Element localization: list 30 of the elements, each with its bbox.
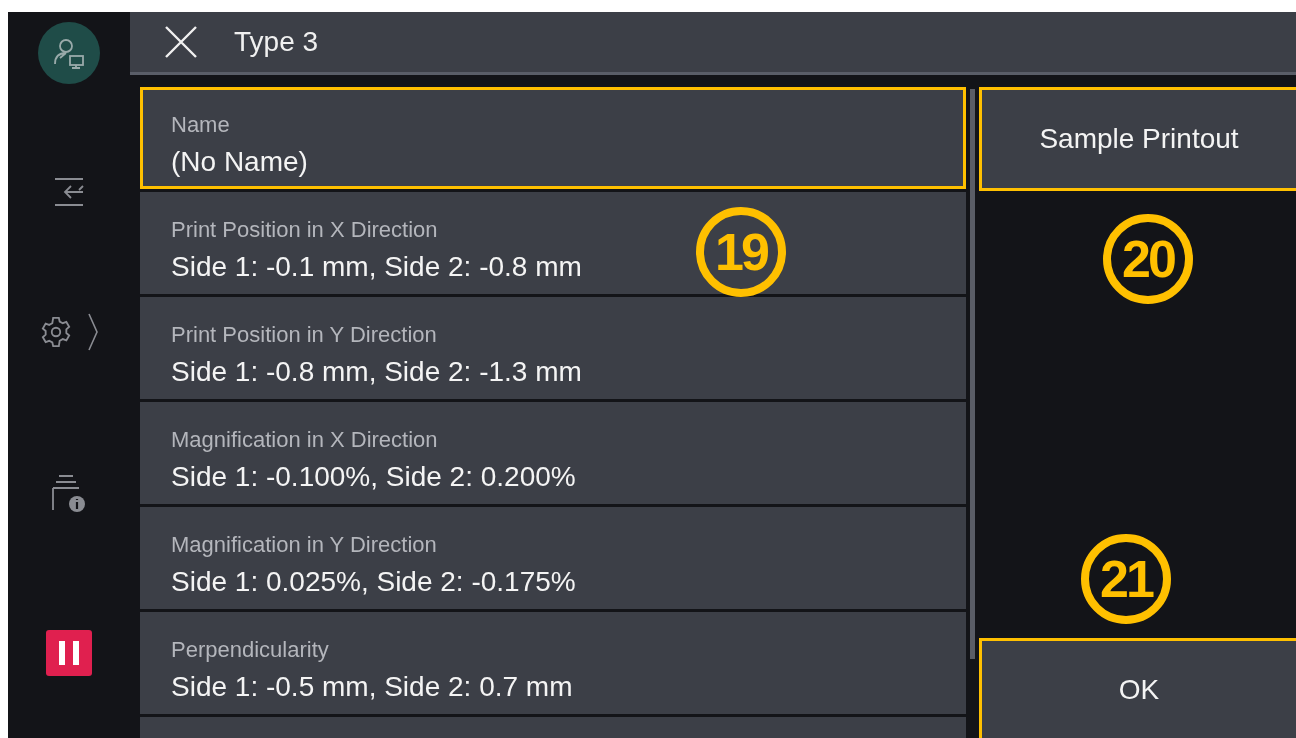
sample-printout-button[interactable]: Sample Printout [979,87,1296,191]
printer-info-icon[interactable] [51,474,87,514]
setting-label: Name [171,112,230,138]
setting-value: Side 1: 0.025%, Side 2: -0.175% [171,566,576,598]
transfer-icon[interactable] [53,176,85,208]
setting-row[interactable]: Magnification in Y Direction Side 1: 0.025%, Side 2: -0.175% [140,507,966,609]
settings-icon[interactable] [39,315,73,349]
callout-number: 20 [1103,214,1193,304]
setting-row[interactable]: Magnification in X Direction Side 1: -0.100%, Side 2: 0.200% [140,402,966,504]
setting-label: Print Position in Y Direction [171,322,437,348]
window-title: Type 3 [234,26,319,58]
setting-label: Magnification in Y Direction [171,532,437,558]
setting-row[interactable]: Name (No Name) [140,87,966,189]
scrollbar[interactable] [970,89,975,659]
chevron-right-icon[interactable] [87,312,99,352]
setting-value: Side 1: -0.100%, Side 2: 0.200% [171,461,576,493]
callout-number: 19 [696,207,786,297]
setting-value: Side 1: -0.8 mm, Side 2: -1.3 mm [171,356,582,388]
setting-label: Print Position in X Direction [171,217,438,243]
pause-button[interactable] [46,630,92,676]
setting-value: Side 1: -0.1 mm, Side 2: -0.8 mm [171,251,582,283]
ok-button[interactable]: OK [979,638,1296,738]
setting-value: Side 1: -0.5 mm, Side 2: 0.7 mm [171,671,573,703]
close-icon[interactable] [164,25,198,59]
setting-label: Perpendicularity [171,637,329,663]
callout-number: 21 [1081,534,1171,624]
setting-row[interactable]: Print Position in Y Direction Side 1: -0.8 mm, Side 2: -1.3 mm [140,297,966,399]
setting-value: (No Name) [171,146,308,178]
setting-label: Magnification in X Direction [171,427,438,453]
setting-row[interactable]: Perpendicularity Side 1: -0.5 mm, Side 2: 0.7 mm [140,612,966,714]
